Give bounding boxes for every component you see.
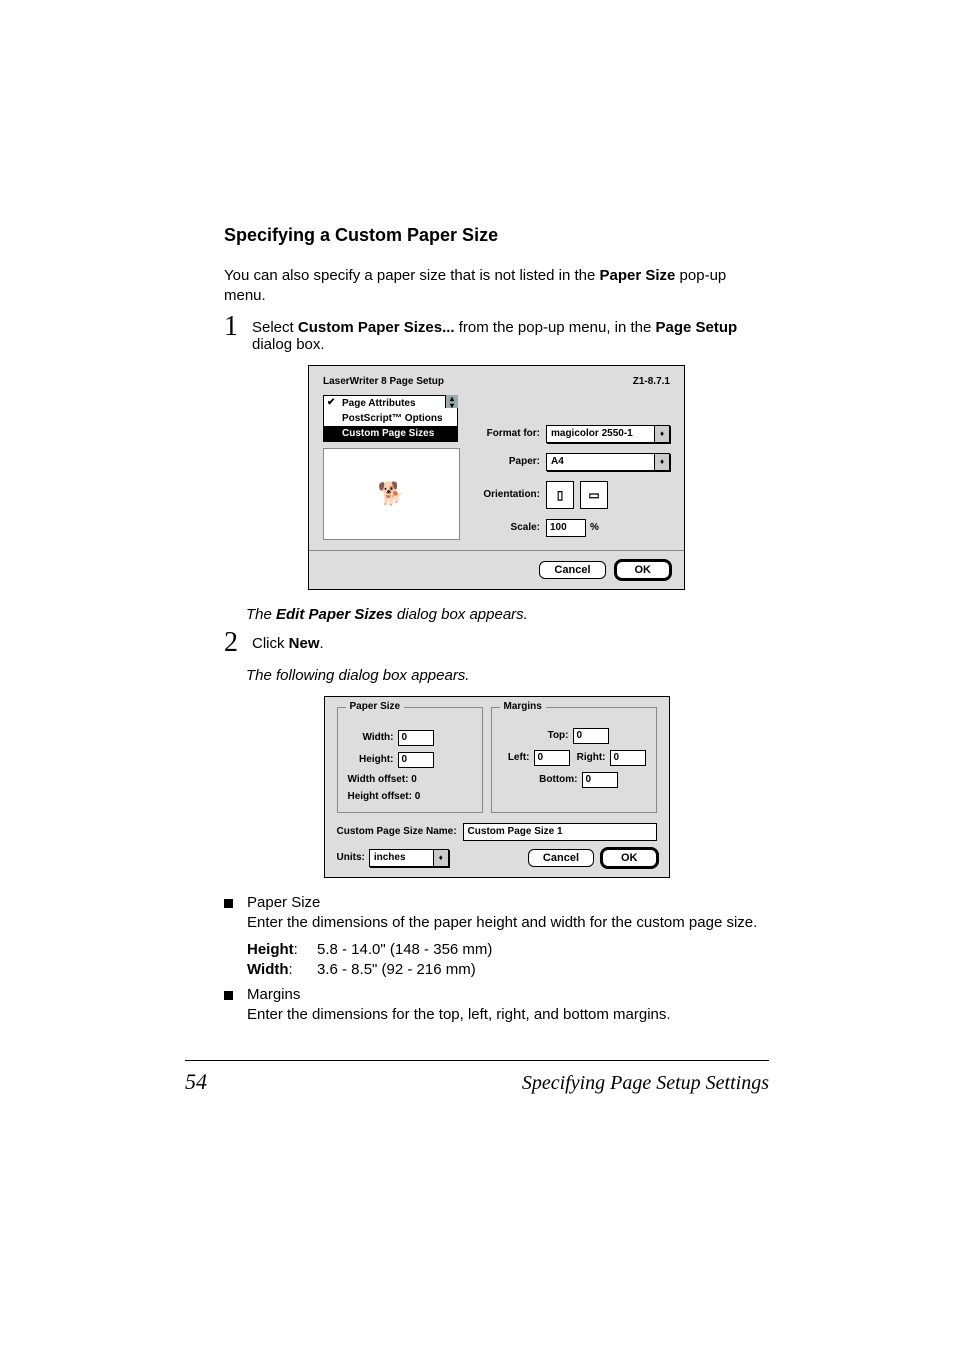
cancel-button[interactable]: Cancel bbox=[528, 849, 594, 867]
bullet-body: Enter the dimensions for the top, left, … bbox=[247, 1005, 769, 1025]
page-number: 54 bbox=[185, 1069, 207, 1095]
t: Click bbox=[252, 635, 289, 652]
ok-button[interactable]: OK bbox=[602, 849, 657, 867]
format-for-select[interactable]: magicolor 2550-1 ♦ bbox=[546, 425, 670, 443]
t: Page Attributes bbox=[342, 398, 416, 409]
paper-label: Paper: bbox=[468, 456, 540, 467]
format-for-label: Format for: bbox=[468, 428, 540, 439]
bullet-body: Enter the dimensions of the paper height… bbox=[247, 913, 769, 933]
t: 3.6 - 8.5" (92 - 216 mm) bbox=[317, 961, 476, 978]
t: Height bbox=[247, 941, 294, 958]
chevron-updown-icon: ♦ bbox=[433, 850, 448, 866]
page-footer: 54 Specifying Page Setup Settings bbox=[185, 1060, 769, 1095]
cancel-button[interactable]: Cancel bbox=[539, 561, 605, 579]
paper-size-group: Paper Size Width:0 Height:0 Width offset… bbox=[337, 707, 483, 813]
check-icon: ✔ bbox=[327, 397, 335, 408]
section-heading: Specifying a Custom Paper Size bbox=[224, 225, 769, 246]
list-item[interactable]: ✔ Page Attributes bbox=[324, 396, 457, 411]
orientation-landscape-button[interactable]: ▭ bbox=[580, 481, 608, 509]
scale-input[interactable]: 100 bbox=[546, 519, 586, 537]
bottom-label: Bottom: bbox=[530, 774, 578, 785]
height-input[interactable]: 0 bbox=[398, 752, 434, 768]
units-select[interactable]: inches ♦ bbox=[369, 849, 449, 867]
chevron-updown-icon: ♦ bbox=[654, 454, 669, 470]
bottom-input[interactable]: 0 bbox=[582, 772, 618, 788]
t: Custom Paper Sizes... bbox=[298, 319, 455, 336]
orientation-portrait-button[interactable]: ▯ bbox=[546, 481, 574, 509]
t: dialog box. bbox=[252, 336, 325, 353]
width-label: Width: bbox=[348, 732, 394, 743]
right-label: Right: bbox=[570, 752, 606, 763]
ok-button[interactable]: OK bbox=[616, 561, 671, 579]
t: 5.8 - 14.0" (148 - 356 mm) bbox=[317, 941, 492, 958]
t: magicolor 2550-1 bbox=[551, 428, 633, 439]
step-number-2: 2 bbox=[224, 629, 246, 657]
spec-table: Height:5.8 - 14.0" (148 - 356 mm) Width:… bbox=[247, 941, 769, 978]
intro-bold: Paper Size bbox=[600, 267, 676, 284]
page-setup-dialog: LaserWriter 8 Page Setup Z1-8.7.1 ▴▾ ✔Pa… bbox=[308, 365, 685, 590]
list-item-selected[interactable]: Custom Page Sizes bbox=[324, 426, 457, 441]
bullet-title: Margins bbox=[247, 986, 300, 1003]
t: Edit Paper Sizes bbox=[276, 606, 393, 623]
orientation-label: Orientation: bbox=[468, 489, 540, 500]
bullet-paper-size: Paper Size bbox=[224, 894, 769, 911]
width-offset-label: Width offset: 0 bbox=[348, 774, 472, 785]
t: from the pop-up menu, in the bbox=[455, 319, 656, 336]
left-input[interactable]: 0 bbox=[534, 750, 570, 766]
chevron-updown-icon: ♦ bbox=[654, 426, 669, 442]
step-number-1: 1 bbox=[224, 313, 246, 353]
edit-paper-sizes-dialog: Paper Size Width: 0 Height: 0 Width offset… bbox=[324, 696, 670, 878]
dog-icon: 🐕 bbox=[378, 481, 405, 507]
units-label: Units: bbox=[337, 852, 365, 863]
paper-select[interactable]: A4 ♦ bbox=[546, 453, 670, 471]
group-title: Margins bbox=[500, 701, 546, 712]
t: Page Setup bbox=[656, 319, 738, 336]
step-2-text: Click New. bbox=[252, 629, 769, 657]
caption-2: The following dialog box appears. bbox=[246, 667, 769, 684]
height-offset-label: Height offset: 0 bbox=[348, 791, 472, 802]
scale-unit: % bbox=[590, 522, 599, 533]
margins-group: Margins Top:0 Left:0 Right:0 Bottom:0 bbox=[491, 707, 657, 813]
right-input[interactable]: 0 bbox=[610, 750, 646, 766]
intro-pre: You can also specify a paper size that i… bbox=[224, 267, 600, 284]
top-label: Top: bbox=[539, 730, 569, 741]
t: . bbox=[320, 635, 324, 652]
custom-name-label: Custom Page Size Name: bbox=[337, 826, 457, 837]
list-item[interactable]: PostScript™ Options bbox=[324, 411, 457, 426]
t: Select bbox=[252, 319, 298, 336]
t: A4 bbox=[551, 456, 564, 467]
intro-paragraph: You can also specify a paper size that i… bbox=[224, 266, 769, 307]
step-1: 1 Select Custom Paper Sizes... from the … bbox=[224, 313, 769, 353]
step-1-text: Select Custom Paper Sizes... from the po… bbox=[252, 313, 769, 353]
group-title: Paper Size bbox=[346, 701, 405, 712]
t: New bbox=[289, 635, 320, 652]
bullet-icon bbox=[224, 991, 233, 1000]
height-label: Height: bbox=[348, 754, 394, 765]
dialog-version: Z1-8.7.1 bbox=[633, 376, 670, 387]
dialog-title: LaserWriter 8 Page Setup bbox=[323, 376, 444, 387]
step-2: 2 Click New. bbox=[224, 629, 769, 657]
preview-icon: 🐕 bbox=[323, 448, 460, 540]
bullet-icon bbox=[224, 899, 233, 908]
custom-name-input[interactable]: Custom Page Size 1 bbox=[463, 823, 657, 841]
caption-1: The Edit Paper Sizes dialog box appears. bbox=[246, 606, 769, 623]
left-label: Left: bbox=[502, 752, 530, 763]
bullet-margins: Margins bbox=[224, 986, 769, 1003]
width-input[interactable]: 0 bbox=[398, 730, 434, 746]
t: inches bbox=[374, 852, 406, 863]
t: dialog box appears. bbox=[393, 606, 528, 623]
scale-label: Scale: bbox=[468, 522, 540, 533]
footer-title: Specifying Page Setup Settings bbox=[522, 1072, 769, 1095]
section-popup[interactable]: ▴▾ ✔Page Attributes PostScript™ Options … bbox=[323, 395, 458, 442]
t: The bbox=[246, 606, 276, 623]
top-input[interactable]: 0 bbox=[573, 728, 609, 744]
bullet-title: Paper Size bbox=[247, 894, 320, 911]
t: Width bbox=[247, 961, 289, 978]
